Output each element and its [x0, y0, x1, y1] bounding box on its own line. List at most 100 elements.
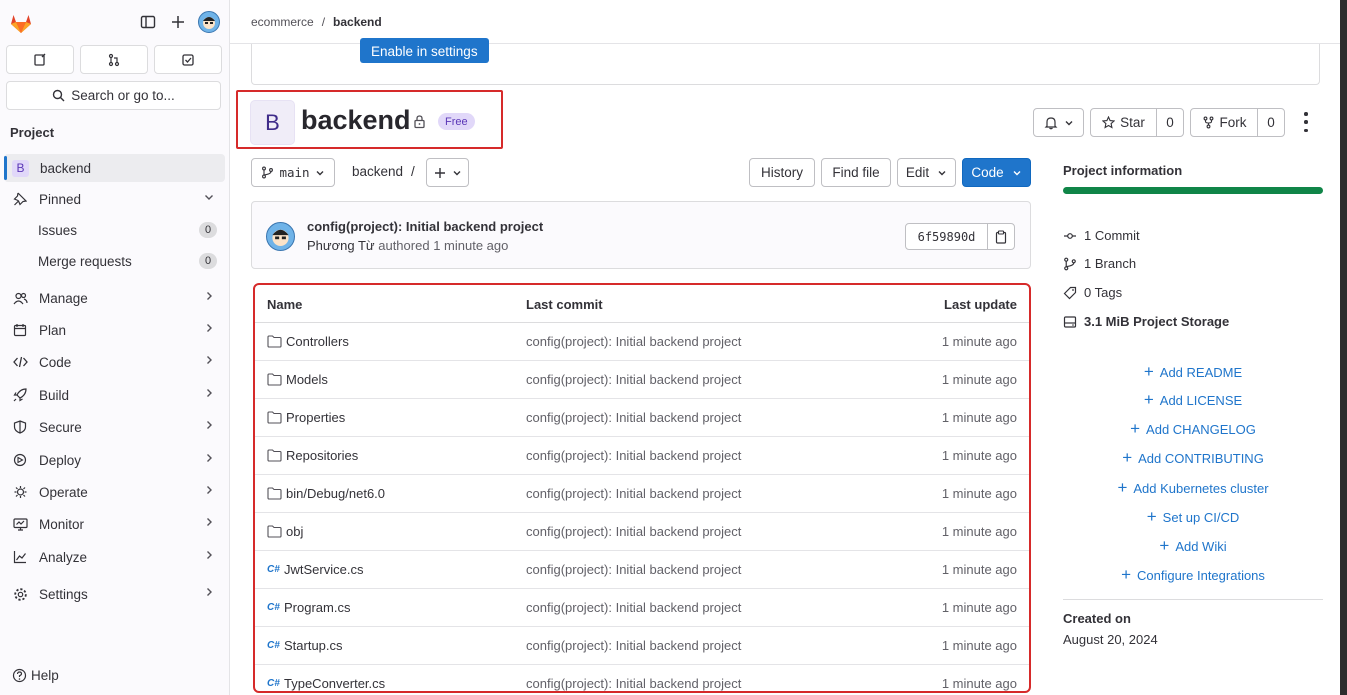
- toggle-sidebar-icon[interactable]: [138, 12, 158, 32]
- file-name-link[interactable]: obj: [286, 524, 303, 539]
- commits-stat[interactable]: 1 Commit: [1063, 228, 1140, 243]
- more-actions-icon[interactable]: [1302, 112, 1310, 132]
- history-button[interactable]: History: [749, 158, 815, 187]
- sidebar-item-analyze[interactable]: Analyze: [4, 543, 225, 571]
- project-action-link[interactable]: + Add CHANGELOG: [1063, 419, 1323, 439]
- table-row[interactable]: Models config(project): Initial backend p…: [255, 361, 1029, 399]
- project-action-link[interactable]: + Add README: [1063, 362, 1323, 382]
- last-commit-link[interactable]: config(project): Initial backend project: [526, 448, 741, 463]
- search-button[interactable]: Search or go to...: [6, 81, 221, 110]
- sidebar-item-operate[interactable]: Operate: [4, 478, 225, 506]
- project-action-label: Add LICENSE: [1159, 393, 1243, 408]
- last-commit-link[interactable]: config(project): Initial backend project: [526, 676, 741, 691]
- gear-icon: [12, 586, 28, 602]
- last-commit-link[interactable]: config(project): Initial backend project: [526, 524, 741, 539]
- commit-author-link[interactable]: Phương Từ: [307, 238, 375, 253]
- commit-sha[interactable]: 6f59890d: [906, 224, 988, 249]
- sidebar-item-issues[interactable]: Issues 0: [4, 216, 225, 244]
- created-on-date: August 20, 2024: [1063, 632, 1158, 647]
- table-row[interactable]: C# TypeConverter.cs config(project): Initi…: [255, 665, 1029, 691]
- table-row[interactable]: C# JwtService.cs config(project): Initial …: [255, 551, 1029, 589]
- sidebar-item-pinned[interactable]: Pinned: [4, 185, 225, 213]
- commit-author-avatar[interactable]: [266, 222, 295, 251]
- file-name-link[interactable]: Properties: [286, 410, 345, 425]
- last-commit-link[interactable]: config(project): Initial backend project: [526, 600, 741, 615]
- folder-icon: [267, 525, 282, 538]
- sidebar-item-build[interactable]: Build: [4, 381, 225, 409]
- sidebar-item-deploy[interactable]: Deploy: [4, 446, 225, 474]
- sidebar-item-code[interactable]: Code: [4, 348, 225, 376]
- project-action-link[interactable]: + Add LICENSE: [1063, 390, 1323, 410]
- table-row[interactable]: Controllers config(project): Initial back…: [255, 323, 1029, 361]
- csharp-file-icon: C#: [267, 678, 280, 689]
- project-action-link[interactable]: + Add CONTRIBUTING: [1063, 448, 1323, 468]
- gitlab-logo-icon[interactable]: [9, 11, 33, 35]
- branches-stat[interactable]: 1 Branch: [1063, 256, 1136, 271]
- sidebar-item-monitor[interactable]: Monitor: [4, 510, 225, 538]
- last-update-time: 1 minute ago: [941, 600, 1017, 615]
- breadcrumb-project-link[interactable]: backend: [333, 15, 382, 29]
- branch-dropdown[interactable]: main: [251, 158, 335, 187]
- sidebar-item-merge-requests[interactable]: Merge requests 0: [4, 247, 225, 275]
- fork-button[interactable]: Fork: [1191, 109, 1258, 136]
- star-count[interactable]: 0: [1157, 109, 1183, 136]
- sidebar-item-plan[interactable]: Plan: [4, 316, 225, 344]
- user-avatar[interactable]: [198, 11, 220, 33]
- todo-tab[interactable]: [154, 45, 222, 74]
- last-commit-link[interactable]: config(project): Initial backend project: [526, 410, 741, 425]
- storage-stat[interactable]: 3.1 MiB Project Storage: [1063, 314, 1229, 329]
- notifications-dropdown[interactable]: [1033, 108, 1084, 137]
- assigned-issues-tab[interactable]: [6, 45, 74, 74]
- fork-count[interactable]: 0: [1258, 109, 1284, 136]
- project-action-link[interactable]: + Add Wiki: [1063, 536, 1323, 556]
- table-row[interactable]: obj config(project): Initial backend proj…: [255, 513, 1029, 551]
- branches-label: Branch: [1094, 256, 1137, 271]
- code-dropdown[interactable]: Code: [962, 158, 1031, 187]
- copy-sha-button[interactable]: [988, 224, 1014, 249]
- commit-title-link[interactable]: config(project): Initial backend project: [307, 219, 543, 234]
- plus-icon[interactable]: [168, 12, 188, 32]
- last-commit-link[interactable]: config(project): Initial backend project: [526, 486, 741, 501]
- file-name-link[interactable]: Startup.cs: [284, 638, 343, 653]
- add-to-tree-dropdown[interactable]: [426, 158, 469, 187]
- folder-icon: [267, 335, 282, 348]
- file-name-link[interactable]: bin/Debug/net6.0: [286, 486, 385, 501]
- file-name-link[interactable]: JwtService.cs: [284, 562, 363, 577]
- table-row[interactable]: Repositories config(project): Initial bac…: [255, 437, 1029, 475]
- star-button[interactable]: Star: [1091, 109, 1157, 136]
- file-name-link[interactable]: Controllers: [286, 334, 349, 349]
- last-commit-link[interactable]: config(project): Initial backend project: [526, 638, 741, 653]
- enable-in-settings-button[interactable]: Enable in settings: [360, 38, 489, 63]
- chevron-right-icon: [203, 322, 215, 337]
- code-label: Code: [971, 165, 1004, 180]
- plus-icon: +: [1117, 478, 1128, 497]
- project-action-link[interactable]: + Add Kubernetes cluster: [1063, 478, 1323, 498]
- find-file-button[interactable]: Find file: [821, 158, 891, 187]
- table-row[interactable]: bin/Debug/net6.0 config(project): Initial…: [255, 475, 1029, 513]
- help-button[interactable]: Help: [12, 668, 59, 683]
- sidebar-item-secure[interactable]: Secure: [4, 413, 225, 441]
- file-name-link[interactable]: Repositories: [286, 448, 358, 463]
- table-row[interactable]: Properties config(project): Initial backe…: [255, 399, 1029, 437]
- file-name-link[interactable]: Program.cs: [284, 600, 350, 615]
- sidebar-item-manage[interactable]: Manage: [4, 284, 225, 312]
- last-commit-link[interactable]: config(project): Initial backend project: [526, 372, 741, 387]
- last-commit-link[interactable]: config(project): Initial backend project: [526, 562, 741, 577]
- plus-icon: +: [1143, 390, 1154, 409]
- file-name-link[interactable]: Models: [286, 372, 328, 387]
- rocket-icon: [12, 387, 28, 403]
- edit-dropdown[interactable]: Edit: [897, 158, 956, 187]
- sidebar-item-backend[interactable]: B backend: [4, 154, 225, 182]
- last-commit-link[interactable]: config(project): Initial backend project: [526, 334, 741, 349]
- last-update-time: 1 minute ago: [941, 524, 1017, 539]
- tags-stat[interactable]: 0 Tags: [1063, 285, 1122, 300]
- project-action-link[interactable]: + Set up CI/CD: [1063, 507, 1323, 527]
- table-row[interactable]: C# Program.cs config(project): Initial bac…: [255, 589, 1029, 627]
- file-name-link[interactable]: TypeConverter.cs: [284, 676, 385, 691]
- merge-requests-tab[interactable]: [80, 45, 148, 74]
- sidebar-item-settings[interactable]: Settings: [4, 580, 225, 608]
- repo-path-link[interactable]: backend: [352, 164, 403, 179]
- project-action-link[interactable]: + Configure Integrations: [1063, 565, 1323, 585]
- table-row[interactable]: C# Startup.cs config(project): Initial bac…: [255, 627, 1029, 665]
- breadcrumb-group-link[interactable]: ecommerce: [251, 15, 314, 29]
